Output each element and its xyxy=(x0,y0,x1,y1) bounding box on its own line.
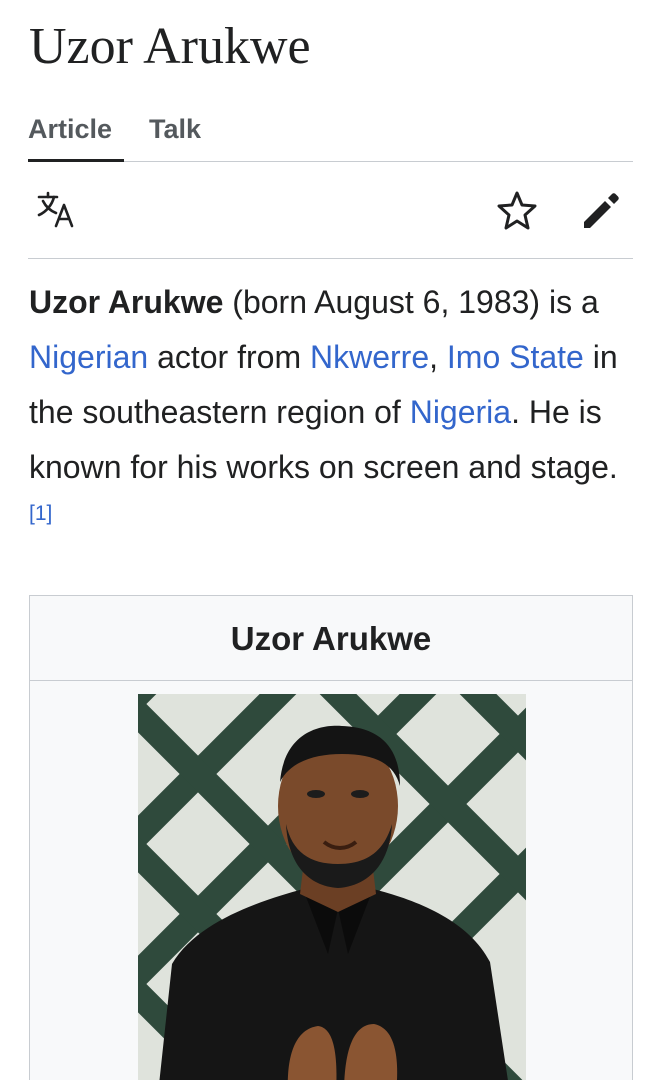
tab-talk[interactable]: Talk xyxy=(149,112,201,162)
reference-link[interactable]: [1] xyxy=(29,502,52,525)
reference-superscript: [1] xyxy=(29,502,52,525)
edit-pencil-icon[interactable] xyxy=(578,188,624,234)
link-nigerian[interactable]: Nigerian xyxy=(29,339,148,375)
lead-text: (born August 6, 1983) is a xyxy=(223,284,599,320)
lead-paragraph: Uzor Arukwe (born August 6, 1983) is a N… xyxy=(29,275,639,550)
page-actions-toolbar xyxy=(28,162,633,259)
tab-article[interactable]: Article xyxy=(28,112,124,162)
infobox-title: Uzor Arukwe xyxy=(30,596,632,681)
page-title: Uzor Arukwe xyxy=(29,18,311,75)
link-nigeria[interactable]: Nigeria xyxy=(410,394,511,430)
article-subject: Uzor Arukwe xyxy=(29,284,224,320)
language-icon[interactable] xyxy=(34,188,80,234)
star-icon[interactable] xyxy=(494,188,540,234)
infobox-portrait-image[interactable] xyxy=(138,694,526,1080)
portrait-photo xyxy=(138,694,526,1080)
page-tabs: Article Talk xyxy=(28,112,633,162)
lead-text: actor from xyxy=(148,339,310,375)
infobox: Uzor Arukwe xyxy=(29,595,633,1080)
link-nkwerre[interactable]: Nkwerre xyxy=(310,339,429,375)
lead-text: , xyxy=(429,339,447,375)
link-imo-state[interactable]: Imo State xyxy=(447,339,584,375)
